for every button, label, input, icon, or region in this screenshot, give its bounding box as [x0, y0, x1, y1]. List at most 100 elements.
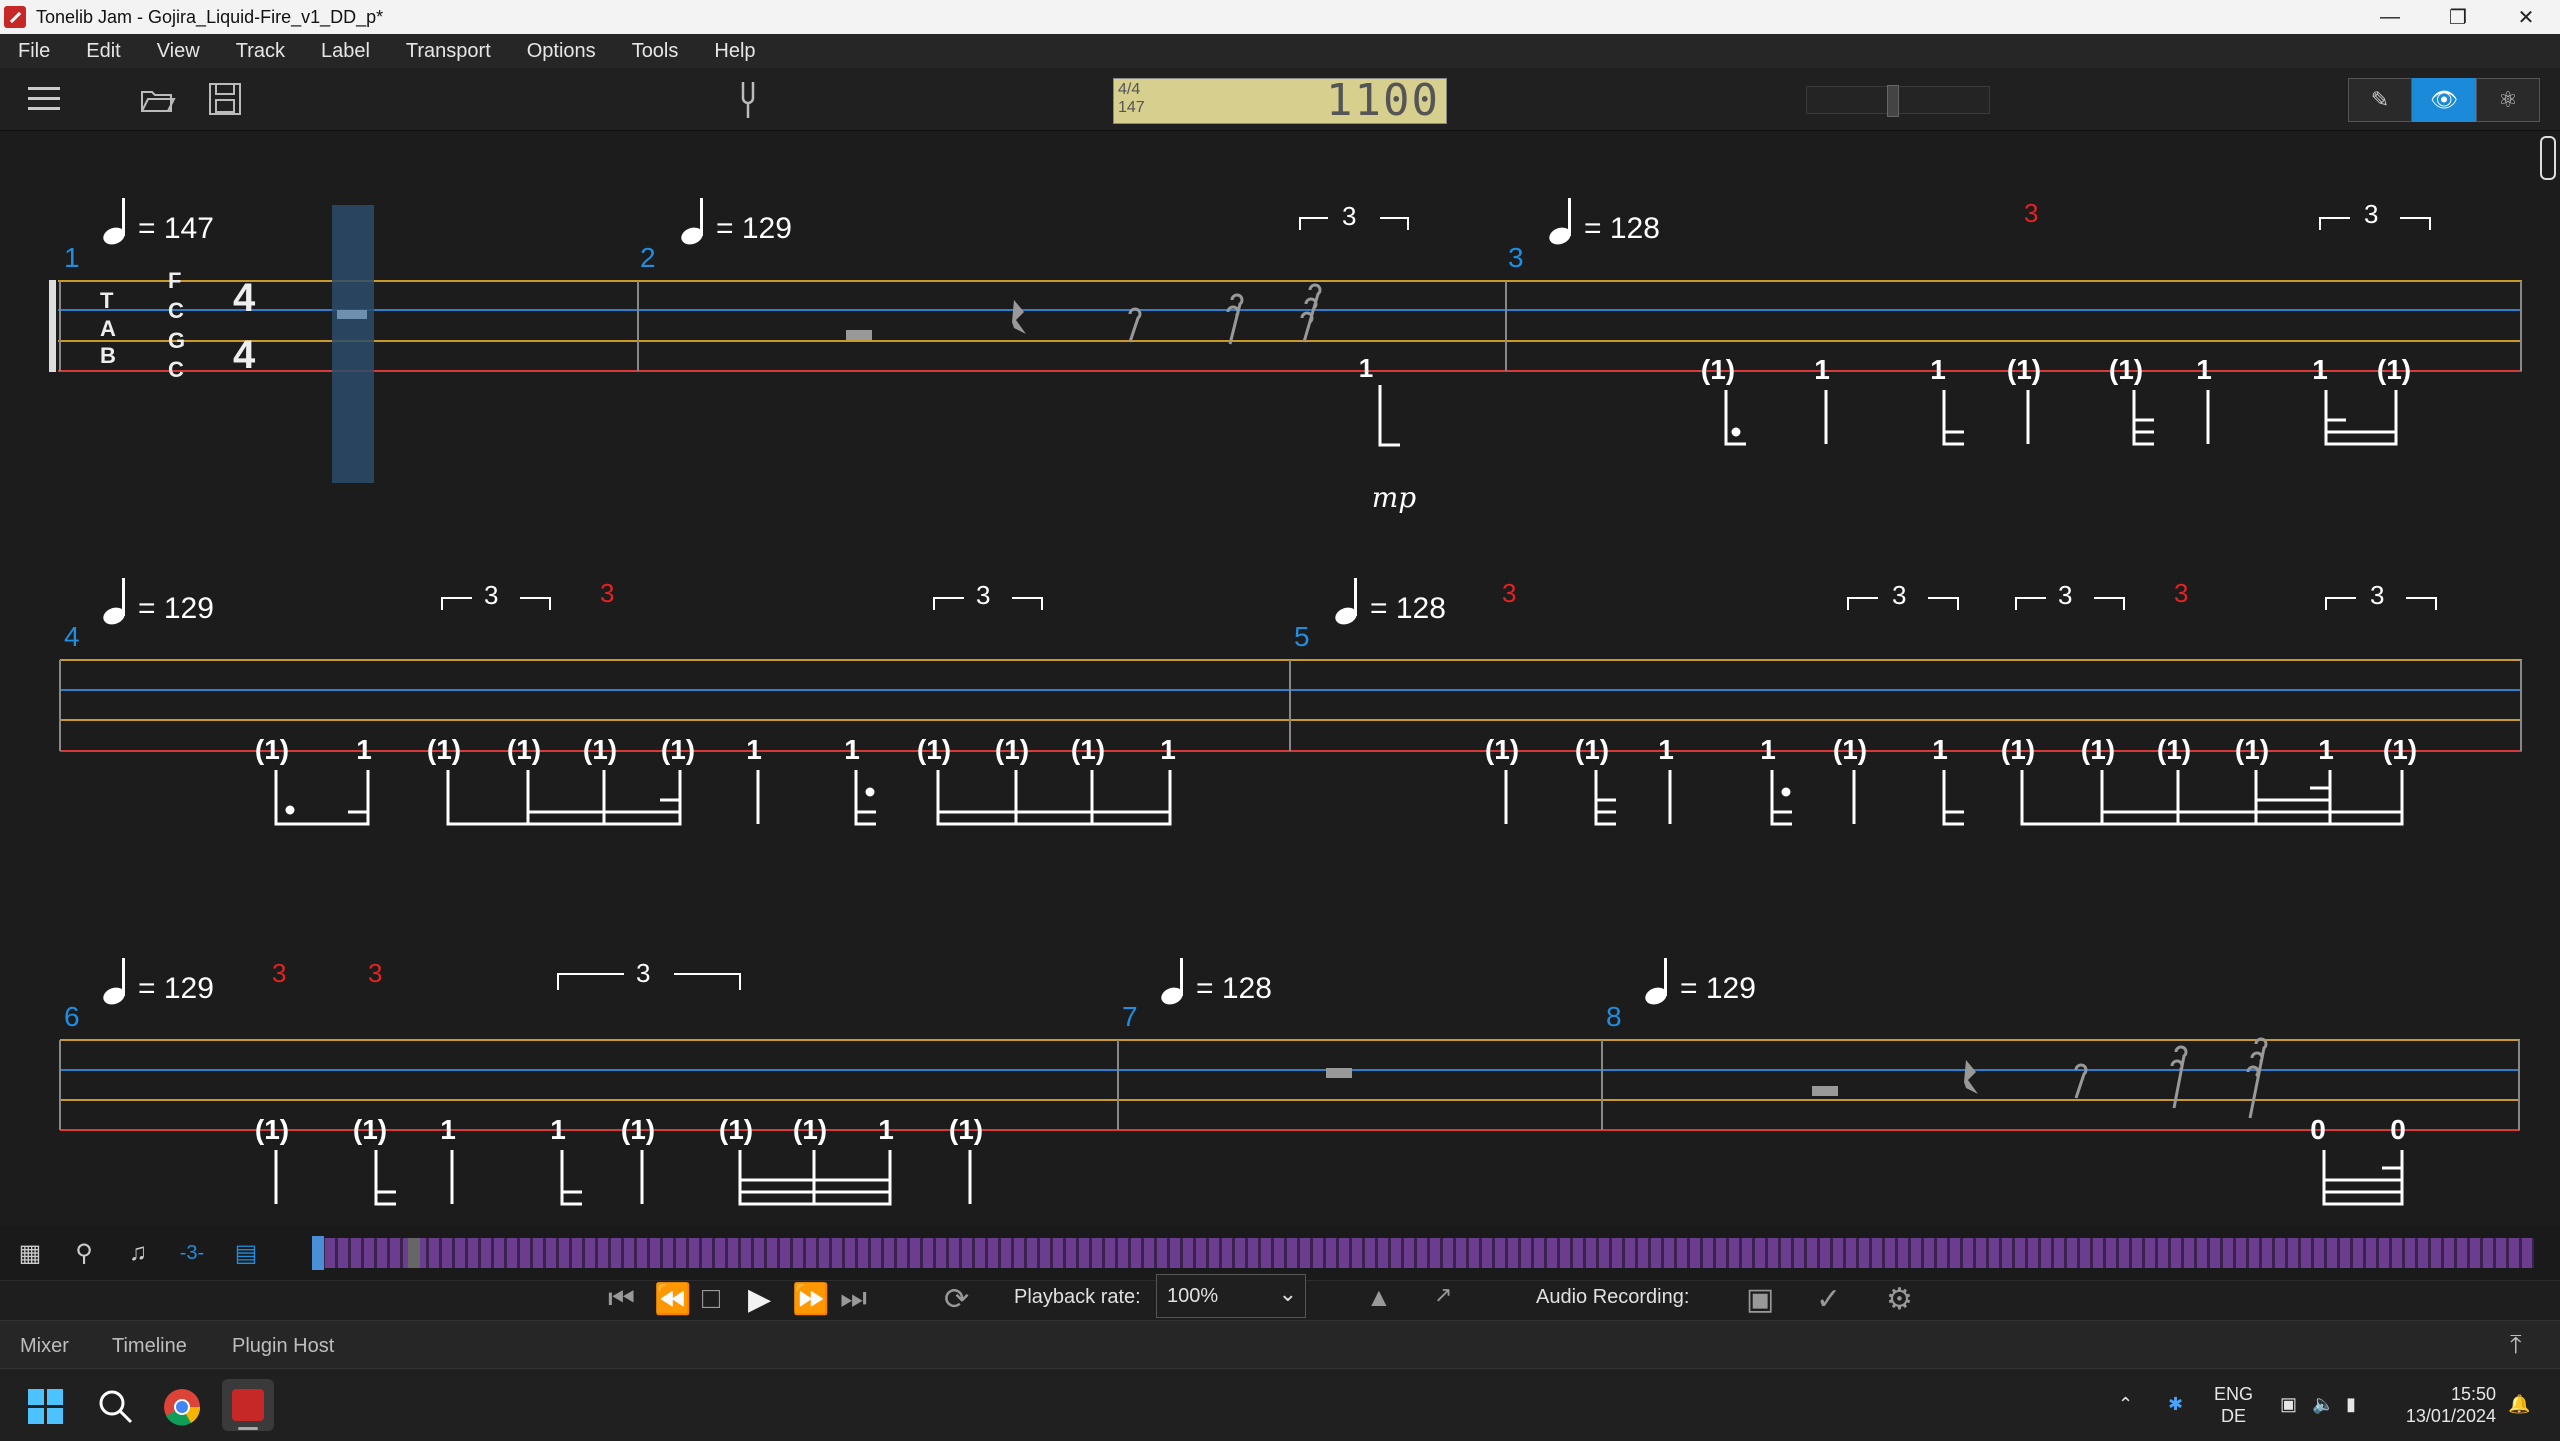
tuplet-number: 3: [1342, 201, 1356, 231]
tempo-marking-7: = 128: [1196, 972, 1272, 1005]
go-to-start-icon[interactable]: ⏮: [608, 1282, 635, 1316]
grid-view-icon[interactable]: ▦: [14, 1237, 46, 1269]
triplet-icon[interactable]: -3-: [176, 1237, 208, 1269]
tuning-string-4: C: [168, 357, 184, 382]
volume-icon[interactable]: 🔈: [2312, 1393, 2334, 1415]
svg-text:(1): (1): [1485, 734, 1519, 765]
svg-text:(1): (1): [793, 1114, 827, 1145]
menu-options[interactable]: Options: [527, 40, 596, 63]
hamburger-menu-icon[interactable]: [26, 84, 62, 114]
svg-text:1: 1: [1658, 734, 1674, 765]
rests-measure-8: [1812, 1037, 2268, 1119]
tempo-note-icon: [100, 958, 128, 1008]
count-in-icon[interactable]: ↗: [1434, 1282, 1452, 1308]
close-button[interactable]: ✕: [2492, 0, 2560, 34]
clock[interactable]: 15:50 13/01/2024: [2396, 1383, 2496, 1427]
menu-label[interactable]: Label: [321, 40, 370, 63]
menu-help[interactable]: Help: [714, 40, 755, 63]
expand-panel-icon[interactable]: ⤒: [2510, 1329, 2522, 1361]
view-mode-eye-icon[interactable]: 👁: [2412, 78, 2476, 122]
stems-measure-6: [274, 1150, 972, 1206]
svg-text:(1): (1): [583, 734, 617, 765]
svg-text:1: 1: [1760, 734, 1776, 765]
svg-text:(1): (1): [661, 734, 695, 765]
playback-rate-value: 100%: [1167, 1285, 1219, 1307]
rewind-icon[interactable]: ⏪: [654, 1282, 691, 1317]
svg-text:(1): (1): [427, 734, 461, 765]
svg-text:(1): (1): [2081, 734, 2115, 765]
time-signature-bottom: 4: [233, 333, 256, 377]
score-view[interactable]: T A B F C G C 4 4 1 = 147 2 = 129 3 = 12…: [0, 131, 2560, 1226]
tab-timeline[interactable]: Timeline: [112, 1335, 187, 1358]
network-icon[interactable]: ▣: [2280, 1393, 2297, 1415]
tonelib-taskbar-button[interactable]: [222, 1379, 274, 1431]
overview-cursor[interactable]: [312, 1236, 324, 1270]
menu-track[interactable]: Track: [236, 40, 285, 63]
clock-time: 15:50: [2450, 1384, 2496, 1404]
tablature-sheet: T A B F C G C 4 4 1 = 147 2 = 129 3 = 12…: [49, 198, 2522, 1206]
record-icon[interactable]: ▣: [1746, 1282, 1774, 1317]
chevron-down-icon: ⌄: [1278, 1281, 1297, 1306]
menu-tools[interactable]: Tools: [632, 40, 679, 63]
tab-plugin-host[interactable]: Plugin Host: [232, 1335, 334, 1358]
measure-number-7: 7: [1122, 1001, 1138, 1032]
tempo-marking-4: = 129: [138, 592, 214, 625]
stop-icon[interactable]: □: [702, 1282, 720, 1316]
svg-text:1: 1: [2312, 354, 2328, 385]
track-icon[interactable]: ▤: [230, 1237, 262, 1269]
fretboard-mode-icon[interactable]: ⚛: [2476, 78, 2540, 122]
tab-letter-a: A: [100, 316, 116, 341]
tempo-note-icon: [100, 578, 128, 628]
minimize-button[interactable]: —: [2356, 0, 2424, 34]
language-bottom: DE: [2221, 1406, 2247, 1426]
metronome-icon[interactable]: ▲: [1366, 1282, 1392, 1313]
chevron-up-icon[interactable]: ⌃: [2118, 1393, 2133, 1415]
windows-start-icon[interactable]: [28, 1389, 64, 1425]
volume-slider-thumb[interactable]: [1887, 85, 1899, 117]
menu-edit[interactable]: Edit: [86, 40, 120, 63]
chrome-icon[interactable]: [162, 1387, 202, 1427]
battery-icon[interactable]: ▮: [2346, 1393, 2356, 1415]
svg-text:1: 1: [2196, 354, 2212, 385]
recording-settings-icon[interactable]: ⚙: [1886, 1282, 1913, 1317]
menu-file[interactable]: File: [18, 40, 50, 63]
title-bar: Tonelib Jam - Gojira_Liquid-Fire_v1_DD_p…: [0, 0, 2560, 34]
search-icon[interactable]: ⚲: [68, 1237, 100, 1269]
fret-numbers-measure-4: (1) 1 (1) (1) (1) (1) 1 1 (1) (1) (1) 1: [255, 734, 1176, 765]
vertical-scrollbar[interactable]: [2540, 136, 2556, 180]
go-to-end-icon[interactable]: ⏭: [840, 1282, 867, 1316]
playback-rate-select[interactable]: 100% ⌄: [1156, 1274, 1306, 1318]
svg-text:3: 3: [272, 958, 286, 988]
measure-number-4: 4: [64, 621, 80, 652]
edit-mode-pencil-icon[interactable]: ✎: [2348, 78, 2412, 122]
menu-bar: File Edit View Track Label Transport Opt…: [0, 34, 2560, 68]
search-icon[interactable]: [98, 1389, 134, 1425]
open-folder-icon[interactable]: [140, 84, 176, 114]
svg-text:0: 0: [2390, 1114, 2406, 1145]
menu-view[interactable]: View: [157, 40, 200, 63]
notification-bell-icon[interactable]: 🔔: [2508, 1393, 2530, 1415]
fret-numbers-measure-3: (1) 1 1 (1) (1) 1 1 (1): [1701, 354, 2411, 385]
menu-transport[interactable]: Transport: [406, 40, 491, 63]
volume-slider[interactable]: [1806, 85, 1990, 117]
save-icon[interactable]: [208, 82, 242, 116]
staff-system-3: [59, 1039, 2520, 1131]
svg-text:1: 1: [1160, 734, 1176, 765]
language-indicator[interactable]: ENG DE: [2214, 1383, 2253, 1427]
check-icon[interactable]: ✓: [1816, 1282, 1841, 1317]
fret-numbers-measure-5: (1) (1) 1 1 (1) 1 (1) (1) (1) (1) 1 (1): [1485, 734, 2417, 765]
play-icon[interactable]: ▶: [748, 1282, 771, 1317]
measure-overview-bar[interactable]: [312, 1236, 2534, 1270]
bluetooth-icon[interactable]: ✱: [2168, 1393, 2183, 1415]
svg-text:1: 1: [1932, 734, 1948, 765]
taskbar: ⌃ ✱ ENG DE ▣ 🔈 ▮ 15:50 13/01/2024 🔔: [0, 1368, 2560, 1441]
tuning-fork-icon[interactable]: [738, 80, 758, 120]
language-top: ENG: [2214, 1384, 2254, 1404]
svg-text:(1): (1): [2235, 734, 2269, 765]
rests-measure-2: [846, 283, 1322, 345]
tab-mixer[interactable]: Mixer: [20, 1335, 69, 1358]
restore-button[interactable]: ❐: [2424, 0, 2492, 34]
loop-icon[interactable]: ⟳: [944, 1282, 969, 1317]
fast-forward-icon[interactable]: ⏩: [792, 1282, 829, 1317]
music-note-icon[interactable]: ♫: [122, 1237, 154, 1269]
